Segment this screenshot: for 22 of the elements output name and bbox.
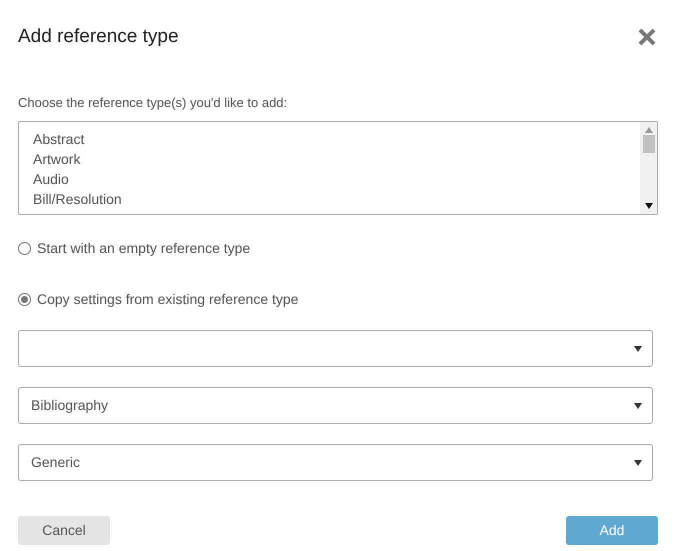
caret-icon[interactable] [634, 460, 642, 466]
caret-icon[interactable] [634, 346, 642, 352]
list-option[interactable]: Abstract [33, 129, 626, 150]
radio-button[interactable] [18, 293, 31, 306]
close-icon[interactable] [637, 27, 657, 48]
dialog-title: Add reference type [18, 26, 179, 49]
list-option[interactable]: Bill/Resolution [33, 189, 626, 210]
dropdown-field[interactable]: Generic [18, 444, 653, 482]
scroll-down-icon[interactable] [644, 203, 652, 210]
list-option[interactable]: Artwork [33, 149, 626, 170]
prompt-text: Choose the reference type(s) you'd like to add: [18, 94, 288, 112]
list-option[interactable]: Audio [33, 169, 626, 190]
scroll-thumb[interactable] [642, 135, 654, 154]
radio-button[interactable] [18, 242, 31, 256]
radio-label[interactable]: Start with an empty reference type [37, 238, 250, 260]
radio-label[interactable]: Copy settings from existing reference type [37, 289, 298, 310]
reference-type-list[interactable]: Abstract Artwork Audio Bill/Resolution [18, 121, 658, 216]
dropdown-field[interactable]: Bibliography [18, 387, 653, 424]
scrollbar[interactable] [640, 122, 657, 214]
dropdown-field[interactable] [18, 330, 653, 368]
caret-icon[interactable] [634, 402, 642, 409]
cancel-button[interactable]: Cancel [18, 516, 110, 546]
